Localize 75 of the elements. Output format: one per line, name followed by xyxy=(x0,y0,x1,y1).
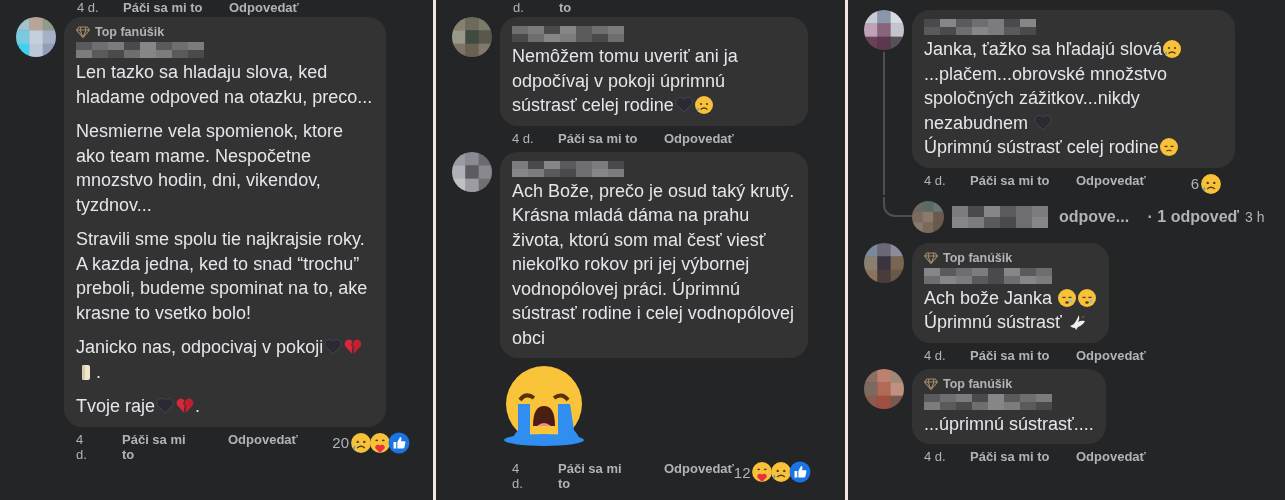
like-link[interactable]: to xyxy=(559,0,665,15)
heart-icon xyxy=(323,337,344,357)
comment-text: Ach bože Janka xyxy=(924,287,1054,308)
like-link[interactable]: Páči sa mi to xyxy=(123,0,229,15)
comment-text: nezabudnem xyxy=(924,112,1030,133)
like-link[interactable]: Páči sa mi to xyxy=(970,347,1076,363)
reply-time: 3 h xyxy=(1245,208,1265,225)
like-link[interactable]: Páči sa mi to xyxy=(122,431,200,462)
avatar[interactable] xyxy=(864,368,904,409)
reaction-count[interactable]: 6 xyxy=(1190,175,1199,192)
reply-link[interactable]: Odpovedať xyxy=(1076,449,1146,464)
reply-link[interactable]: Odpovedať xyxy=(228,431,298,447)
reply-link[interactable]: Odpovedať xyxy=(1076,172,1146,188)
diamond-icon xyxy=(924,251,938,264)
comment-text: Janicko nas, odpocivaj v pokoji xyxy=(76,337,324,357)
diamond-icon xyxy=(76,26,90,38)
comment-text: sústrasť celej rodine xyxy=(512,95,674,115)
top-fan-label: Top fanúšik xyxy=(95,25,165,39)
avatar[interactable] xyxy=(16,17,56,57)
reply-author-text[interactable]: odpove... xyxy=(1058,207,1138,226)
comment-text: Úprimnú sústrasť xyxy=(924,312,1063,332)
comment-text: . xyxy=(195,396,201,416)
avatar[interactable] xyxy=(864,10,904,50)
reaction-count[interactable]: 20 xyxy=(332,434,349,451)
sad-face-icon xyxy=(1158,137,1179,157)
avatar[interactable] xyxy=(864,242,904,283)
avatar[interactable] xyxy=(452,17,492,57)
reply-avatar[interactable] xyxy=(912,200,944,233)
hugging-face-icon xyxy=(369,431,391,454)
reply-link[interactable]: Odpovedať xyxy=(229,0,421,15)
like-link[interactable]: Páči sa mi to xyxy=(970,449,1076,464)
comment-time: 4 d. xyxy=(924,449,947,464)
heart-icon xyxy=(1033,112,1054,133)
like-link[interactable]: Páči sa mi to xyxy=(970,172,1076,188)
comment-time: 4 d. xyxy=(512,461,524,491)
comment-time: 4 d. xyxy=(76,431,88,462)
reaction-count[interactable]: 12 xyxy=(733,463,751,481)
comment-text: Ach Bože, prečo je osud taký krutý. Krásna mladá dáma na prahu života, ktorú som mal česť viesť niekoľko rokov pri jej výbornej vodnopólovej práci. Úprimnú sústrasť rodine i celej vodnopólovej obci xyxy=(512,180,795,348)
like-icon xyxy=(789,461,812,483)
comment-text: Nesmierne vela spomienok, ktore ako team mame. Nespočetne mnozstvo hodin, dni, vikendov, tyzdnov... xyxy=(76,121,344,215)
comment-text: Tvoje raje xyxy=(76,396,156,416)
reply-link[interactable]: Odpovedať xyxy=(664,461,734,476)
thread-connector xyxy=(883,196,912,217)
comment-time: 4 d. xyxy=(512,130,535,146)
reply-link[interactable]: Odpovedať xyxy=(1076,347,1146,363)
comment-text: . xyxy=(96,361,101,382)
comment-time: 4 d. xyxy=(924,347,947,363)
sad-face-icon xyxy=(1200,172,1222,195)
comment-time: d. xyxy=(513,0,525,15)
comment-text: Stravili sme spolu tie najkrajsie roky. A kazda jedna, ked to snad “trochu” preboli, budeme spominat na to, ake krasne to vsetko bolo! xyxy=(76,229,368,323)
comment-time: 4 d. xyxy=(924,172,947,188)
sad-face-icon xyxy=(1162,39,1183,59)
comment-text: Úprimnú sústrasť celej rodine xyxy=(924,137,1159,157)
heart-icon xyxy=(673,95,694,115)
sleepy-face-icon xyxy=(1057,287,1078,308)
like-link[interactable]: Páči sa mi to xyxy=(558,461,636,491)
comment-text: Len tazko sa hladaju slova, ked hladame odpoved na otazku, preco... xyxy=(76,62,373,107)
heart-icon xyxy=(155,396,176,416)
blurred-name[interactable] xyxy=(952,205,1049,228)
top-fan-label: Top fanúšik xyxy=(943,250,1013,265)
like-link[interactable]: Páči sa mi to xyxy=(558,130,664,146)
sad-face-icon xyxy=(770,461,793,483)
diamond-icon xyxy=(924,377,938,390)
sleepy-face-icon xyxy=(1077,287,1098,308)
sad-face-icon xyxy=(693,95,714,115)
top-fan-label: Top fanúšik xyxy=(943,376,1013,391)
reply-link[interactable]: Odpovedať xyxy=(664,130,734,146)
replies-link[interactable]: · 1 odpoveď xyxy=(1147,207,1240,226)
comment-text: Janka, ťažko sa hľadajú slová xyxy=(924,39,1163,59)
comment-text: ...úprimnú sústrasť.... xyxy=(924,413,1094,434)
comment-time: 4 d. xyxy=(77,0,100,15)
avatar[interactable] xyxy=(452,151,492,192)
sad-face-icon xyxy=(350,431,372,454)
like-icon xyxy=(388,431,410,454)
hugging-face-icon xyxy=(751,461,774,483)
